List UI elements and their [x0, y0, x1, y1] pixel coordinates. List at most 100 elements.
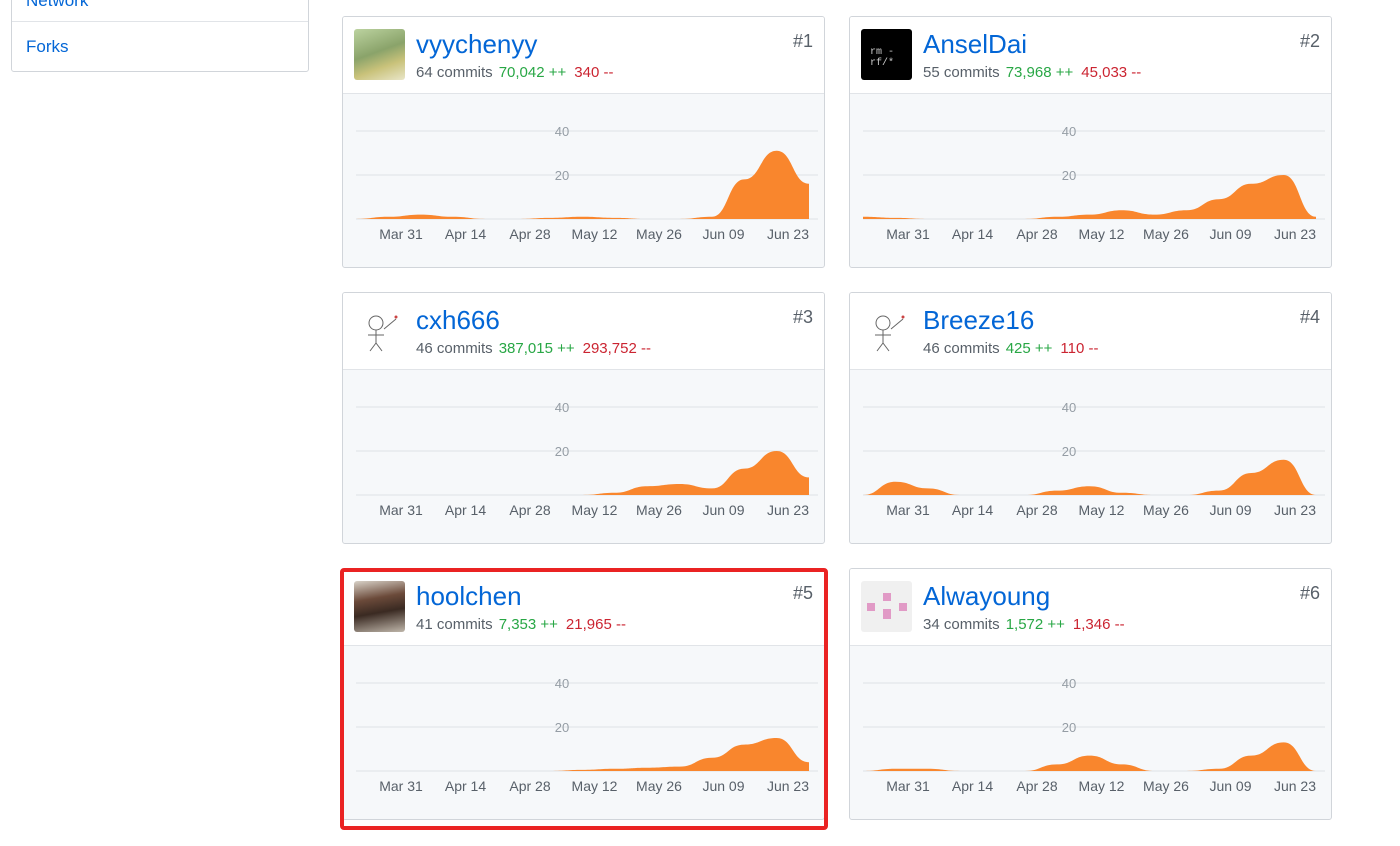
x-tick-label: Mar 31 — [379, 778, 423, 794]
additions-count: 7,353 ++ — [498, 616, 558, 633]
x-tick-label: Jun 23 — [1274, 226, 1316, 242]
x-tick-label: May 12 — [572, 502, 618, 518]
sidebar-item-forks[interactable]: Forks — [26, 37, 69, 57]
photo-avatar-icon[interactable] — [354, 581, 405, 632]
terminal-avatar-icon[interactable]: rm -rf/* — [861, 29, 912, 80]
y-tick-label: 20 — [1062, 720, 1076, 735]
x-tick-label: Jun 23 — [767, 778, 809, 794]
y-tick-label: 40 — [1062, 676, 1076, 691]
x-tick-label: May 26 — [636, 778, 682, 794]
x-tick-label: Apr 28 — [1016, 778, 1057, 794]
y-tick-label: 40 — [1062, 124, 1076, 139]
commit-count[interactable]: 64 commits — [416, 64, 493, 81]
x-tick-label: Mar 31 — [886, 502, 930, 518]
x-tick-label: May 26 — [1143, 778, 1189, 794]
sketch-avatar-icon[interactable] — [354, 305, 405, 356]
x-tick-label: Jun 09 — [1209, 226, 1251, 242]
contributor-login[interactable]: AnselDai — [923, 29, 1027, 60]
additions-count: 73,968 ++ — [1005, 64, 1074, 81]
contribution-chart: 20 40 Mar 31 Apr 14 Apr 28 May 12 May 26 Jun 09… — [356, 676, 818, 794]
x-tick-label: Jun 23 — [1274, 502, 1316, 518]
additions-count: 1,572 ++ — [1005, 616, 1065, 633]
contributor-card: rm -rf/* AnselDai 55 commits 73,968 ++ 45,03… — [849, 16, 1332, 268]
deletions-count: 21,965 -- — [565, 616, 626, 633]
contributor-card: Alwayoung 34 commits 1,572 ++ 1,346 -- #6 20 4… — [849, 568, 1332, 820]
commit-count[interactable]: 41 commits — [416, 616, 493, 633]
contributor-stats: 46 commits 387,015 ++ 293,752 -- — [416, 340, 651, 357]
card-header: cxh666 46 commits 387,015 ++ 293,752 -- #3 — [343, 293, 824, 370]
card-header: rm -rf/* AnselDai 55 commits 73,968 ++ 45,03… — [850, 17, 1331, 94]
additions-count: 387,015 ++ — [498, 340, 575, 357]
y-tick-label: 40 — [555, 400, 569, 415]
contributor-login[interactable]: vyychenyy — [416, 29, 537, 60]
contributor-card: vyychenyy 64 commits 70,042 ++ 340 -- #1 20 40… — [342, 16, 825, 268]
x-tick-label: May 12 — [572, 226, 618, 242]
contributor-stats: 64 commits 70,042 ++ 340 -- — [416, 64, 613, 81]
x-tick-label: Mar 31 — [379, 226, 423, 242]
x-tick-label: Apr 14 — [952, 778, 993, 794]
contributor-stats: 46 commits 425 ++ 110 -- — [923, 340, 1098, 357]
contributor-card: hoolchen 41 commits 7,353 ++ 21,965 -- #5 20 4… — [342, 568, 825, 820]
x-tick-label: Mar 31 — [886, 226, 930, 242]
contributor-login[interactable]: Breeze16 — [923, 305, 1034, 336]
commit-count[interactable]: 46 commits — [923, 340, 1000, 357]
card-header: Alwayoung 34 commits 1,572 ++ 1,346 -- #6 — [850, 569, 1331, 646]
y-tick-label: 20 — [555, 720, 569, 735]
sidebar-item-network[interactable]: Network — [26, 0, 88, 11]
x-tick-label: May 26 — [1143, 502, 1189, 518]
x-tick-label: Apr 28 — [509, 502, 550, 518]
x-tick-label: Mar 31 — [886, 778, 930, 794]
x-tick-label: May 26 — [636, 226, 682, 242]
additions-count: 425 ++ — [1005, 340, 1053, 357]
y-tick-label: 40 — [555, 676, 569, 691]
x-tick-label: Jun 23 — [1274, 778, 1316, 794]
y-tick-label: 20 — [1062, 444, 1076, 459]
sidebar-menu: Network Forks — [11, 0, 309, 72]
identicon-pattern — [867, 593, 907, 619]
x-tick-label: Apr 14 — [445, 778, 486, 794]
rank-label: #3 — [792, 307, 813, 327]
x-tick-label: Apr 14 — [445, 226, 486, 242]
additions-count: 70,042 ++ — [498, 64, 567, 81]
sidebar-divider — [12, 21, 308, 22]
avatar-text: rm -rf/* — [870, 47, 895, 69]
commit-count[interactable]: 55 commits — [923, 64, 1000, 81]
contributor-stats: 55 commits 73,968 ++ 45,033 -- — [923, 64, 1141, 81]
rank-label: #4 — [1299, 307, 1320, 327]
x-tick-label: Jun 23 — [767, 502, 809, 518]
deletions-count: 293,752 -- — [582, 340, 651, 357]
x-tick-label: Jun 09 — [702, 502, 744, 518]
x-tick-label: Apr 14 — [952, 226, 993, 242]
photo-avatar-icon[interactable] — [354, 29, 405, 80]
commit-count[interactable]: 34 commits — [923, 616, 1000, 633]
contribution-chart: 20 40 Mar 31 Apr 14 Apr 28 May 12 May 26 Jun 09… — [356, 400, 818, 518]
deletions-count: 340 -- — [574, 64, 614, 81]
x-tick-label: Jun 23 — [767, 226, 809, 242]
rank-label: #5 — [792, 583, 813, 603]
x-tick-label: Apr 28 — [509, 226, 550, 242]
rank-label: #2 — [1299, 31, 1320, 51]
identicon-avatar-icon[interactable] — [861, 581, 912, 632]
commit-count[interactable]: 46 commits — [416, 340, 493, 357]
sketch-figure — [368, 315, 398, 352]
card-header: Breeze16 46 commits 425 ++ 110 -- #4 — [850, 293, 1331, 370]
card-header: hoolchen 41 commits 7,353 ++ 21,965 -- #5 — [343, 569, 824, 646]
rank-label: #1 — [792, 31, 813, 51]
contribution-chart: 20 40 Mar 31 Apr 14 Apr 28 May 12 May 26 Jun 09… — [356, 124, 818, 242]
contributor-login[interactable]: cxh666 — [416, 305, 500, 336]
x-tick-label: Apr 28 — [509, 778, 550, 794]
x-tick-label: May 26 — [636, 502, 682, 518]
contribution-chart: 20 40 Mar 31 Apr 14 Apr 28 May 12 May 26 Jun 09… — [863, 124, 1325, 242]
x-tick-label: Jun 09 — [1209, 502, 1251, 518]
y-tick-label: 20 — [555, 168, 569, 183]
y-tick-label: 20 — [555, 444, 569, 459]
sketch-avatar-icon[interactable] — [861, 305, 912, 356]
contributor-login[interactable]: hoolchen — [416, 581, 522, 612]
commits-area — [356, 150, 809, 219]
x-tick-label: May 26 — [1143, 226, 1189, 242]
x-tick-label: Jun 09 — [702, 778, 744, 794]
contributor-login[interactable]: Alwayoung — [923, 581, 1050, 612]
y-tick-label: 40 — [555, 124, 569, 139]
deletions-count: 1,346 -- — [1072, 616, 1125, 633]
deletions-count: 110 -- — [1060, 340, 1099, 357]
